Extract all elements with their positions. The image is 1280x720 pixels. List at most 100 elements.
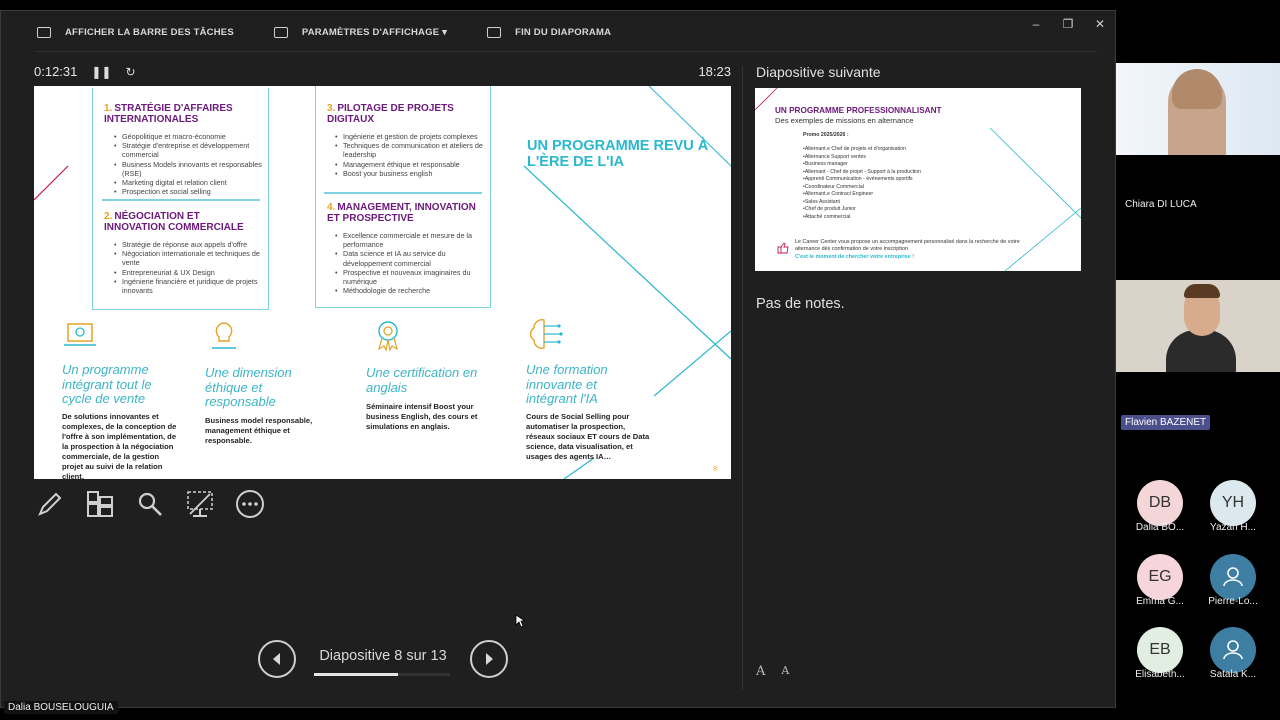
slide-main-title: UN PROGRAMME REVU À L'ÈRE DE L'IA xyxy=(527,138,709,170)
participant-video-2[interactable] xyxy=(1116,280,1280,372)
end-show-label: FIN DU DIAPORAMA xyxy=(515,27,612,38)
participant-name-1: Chiara DI LUCA xyxy=(1125,199,1197,210)
speaker-notes: Pas de notes. xyxy=(756,296,845,312)
show-taskbar-button[interactable]: AFFICHER LA BARRE DES TÂCHES xyxy=(37,27,234,38)
current-slide: 1.STRATÉGIE D'AFFAIRES INTERNATIONALES G… xyxy=(34,86,731,479)
participant-avatar-name: Dalia BO... xyxy=(1135,522,1185,533)
presenter-tools xyxy=(34,488,266,520)
participant-avatar[interactable]: DB xyxy=(1137,480,1183,526)
reset-timer-icon[interactable]: ↻ xyxy=(125,65,135,79)
section-number-2: 2. xyxy=(104,211,113,222)
list-item: Prospective et nouveaux imaginaires du n… xyxy=(335,268,485,286)
participant-avatar-name: Pierre-Lo... xyxy=(1208,596,1258,607)
timer-row: 0:12:31 ❚❚ ↻ 18:23 xyxy=(34,64,731,79)
avatar-initials: EG xyxy=(1148,568,1172,585)
slide-page-number: 8 xyxy=(713,466,717,473)
participant-avatar[interactable] xyxy=(1210,627,1256,673)
clock: 18:23 xyxy=(698,64,731,79)
display-settings-icon xyxy=(273,27,288,38)
see-all-slides-button[interactable] xyxy=(84,488,116,520)
section-title-2: 2. NÉGOCIATION ET INNOVATION COMMERCIALE xyxy=(104,211,254,233)
previous-slide-button[interactable] xyxy=(258,640,296,678)
section-separator xyxy=(324,192,482,194)
participant-avatar-name: Emma G... xyxy=(1136,596,1184,607)
list-item: •Business manager xyxy=(803,161,848,167)
column-title-3: Une certification en anglais xyxy=(366,365,478,395)
next-slide-footer: Le Career Center vous propose un accompa… xyxy=(795,239,1020,252)
screen-off-icon xyxy=(187,491,213,517)
pen-icon xyxy=(38,492,62,516)
section-title-3: 3. PILOTAGE DE PROJETS DIGITAUX xyxy=(327,103,477,125)
person-icon xyxy=(1223,640,1243,660)
participant-avatar[interactable]: EG xyxy=(1137,554,1183,600)
list-item: •Coordinateur Commercial xyxy=(803,183,864,190)
participant-avatar[interactable]: EB xyxy=(1137,627,1183,673)
list-item: Prospection et social selling xyxy=(114,187,264,196)
column-title-4: Une formation innovante et intégrant l'I… xyxy=(526,362,608,406)
list-item: Stratégie de réponse aux appels d'offre xyxy=(114,240,264,249)
pen-tool-button[interactable] xyxy=(34,488,66,520)
increase-font-button[interactable]: A xyxy=(756,664,765,679)
participant-avatar-name: Satala K... xyxy=(1209,669,1257,680)
more-options-button[interactable] xyxy=(234,488,266,520)
next-slide-subtitle: Des exemples de missions en alternance xyxy=(775,116,914,125)
list-item: Entrepreneuriat & UX Design xyxy=(114,268,264,277)
next-slide-list: •Alternant.e Chef de projets et d'organi… xyxy=(803,146,921,221)
section-title-1: 1. STRATÉGIE D'AFFAIRES INTERNATIONALES xyxy=(104,103,254,125)
arrow-left-icon xyxy=(273,653,280,665)
display-settings-button[interactable]: PARAMÈTRES D'AFFICHAGE ▾ xyxy=(273,27,448,38)
list-item: •Apprenti Communication - événements spo… xyxy=(803,176,913,182)
list-item: Excellence commerciale et mesure de la p… xyxy=(335,231,485,249)
presenter-toolbar: AFFICHER LA BARRE DES TÂCHES PARAMÈTRES … xyxy=(37,27,611,38)
participant-avatar[interactable]: YH xyxy=(1210,480,1256,526)
list-item: Management éthique et responsable xyxy=(335,160,485,169)
minimize-button[interactable]: – xyxy=(1029,17,1043,31)
list-item: Techniques de communication et ateliers … xyxy=(335,141,485,159)
section-title-3-text: PILOTAGE DE PROJETS DIGITAUX xyxy=(327,103,454,125)
laptop-gear-icon xyxy=(64,323,96,346)
section-number-4: 4. xyxy=(327,202,336,213)
more-icon xyxy=(236,490,264,518)
column-text-1: De solutions innovantes et complexes, de… xyxy=(62,412,177,479)
column-title-2: Une dimension éthique et responsable xyxy=(205,365,292,409)
pause-icon[interactable]: ❚❚ xyxy=(91,65,111,79)
display-settings-label: PARAMÈTRES D'AFFICHAGE ▾ xyxy=(301,27,448,38)
next-slide-button[interactable] xyxy=(470,640,508,678)
slide-counter-text: Diapositive 8 sur 13 xyxy=(319,648,447,664)
decrease-font-button[interactable]: A xyxy=(781,664,789,679)
list-item: Ingénierie financière et juridique de pr… xyxy=(114,277,264,295)
section-title-2-text: NÉGOCIATION ET INNOVATION COMMERCIALE xyxy=(104,211,244,233)
next-slide-preview[interactable]: UN PROGRAMME PROFESSIONNALISANT Des exem… xyxy=(755,88,1081,271)
lightbulb-icon xyxy=(212,322,236,349)
participant-avatar-name: Yazan H... xyxy=(1210,522,1256,533)
slide-counter[interactable]: Diapositive 8 sur 13 xyxy=(296,640,470,678)
toolbar-divider xyxy=(35,51,1097,52)
list-item: Boost your business english xyxy=(335,169,485,178)
close-button[interactable]: ✕ xyxy=(1093,17,1107,31)
list-item: Ingénierie et gestion de projets complex… xyxy=(335,132,485,141)
restore-button[interactable]: ❐ xyxy=(1061,17,1075,31)
list-item: •Chef de produit Junior xyxy=(803,206,856,212)
list-item: Méthodologie de recherche xyxy=(335,286,485,295)
grid-icon xyxy=(87,491,113,517)
next-slide-title: UN PROGRAMME PROFESSIONNALISANT xyxy=(775,106,942,115)
column-text-4: Cours de Social Selling pour automatiser… xyxy=(526,412,650,461)
next-slide-promo: Promo 2025/2026 : xyxy=(803,132,849,138)
participant-video-1[interactable] xyxy=(1116,63,1280,155)
list-item: •Alternant.e Chef de projets et d'organi… xyxy=(803,146,906,152)
participant-avatar[interactable] xyxy=(1210,554,1256,600)
list-item: •Alternant - Chef de projet - Support à … xyxy=(803,168,922,175)
screen: – ❐ ✕ AFFICHER LA BARRE DES TÂCHES PARAM… xyxy=(0,0,1280,720)
avatar-initials: DB xyxy=(1148,494,1172,511)
zoom-button[interactable] xyxy=(134,488,166,520)
slide-navigation: Diapositive 8 sur 13 xyxy=(258,640,508,678)
column-text-2: Business model responsable, management é… xyxy=(205,416,313,445)
brain-circuit-icon xyxy=(529,319,563,349)
end-show-icon xyxy=(487,27,502,38)
next-slide-label: Diapositive suivante xyxy=(756,64,881,80)
end-show-button[interactable]: FIN DU DIAPORAMA xyxy=(487,27,611,38)
person-icon xyxy=(1223,567,1243,587)
black-screen-button[interactable] xyxy=(184,488,216,520)
section-list-2: Stratégie de réponse aux appels d'offre … xyxy=(114,240,264,295)
section-list-3: Ingénierie et gestion de projets complex… xyxy=(335,132,485,178)
